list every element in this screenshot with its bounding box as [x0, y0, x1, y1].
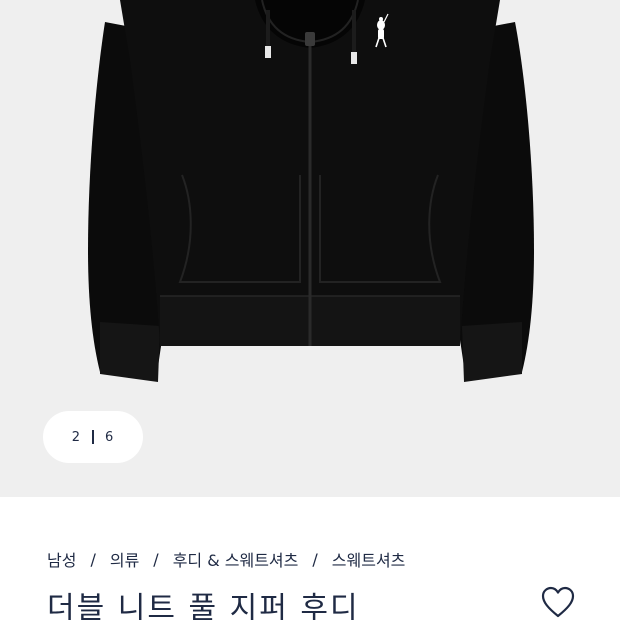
pager-divider	[92, 430, 94, 444]
breadcrumb-separator: /	[90, 549, 96, 569]
breadcrumb-item-men[interactable]: 남성	[47, 547, 76, 571]
breadcrumb-item-hoodies-sweatshirts[interactable]: 후디 & 스웨트셔츠	[173, 547, 299, 571]
breadcrumb-item-sweatshirts[interactable]: 스웨트셔츠	[332, 547, 406, 571]
breadcrumb-separator: /	[312, 549, 318, 569]
breadcrumb-item-clothing[interactable]: 의류	[110, 547, 139, 571]
product-image-gallery[interactable]: 2 6	[0, 0, 620, 497]
heart-outline-icon	[541, 586, 575, 618]
product-title: 더블 니트 풀 지퍼 후디	[47, 591, 360, 620]
wishlist-button[interactable]	[540, 585, 576, 619]
product-info: 남성 / 의류 / 후디 & 스웨트셔츠 / 스웨트셔츠 더블 니트 풀 지퍼 …	[0, 497, 620, 620]
breadcrumb-separator: /	[153, 549, 159, 569]
hoodie-illustration	[88, 0, 534, 382]
pager-total: 6	[105, 429, 115, 445]
breadcrumb: 남성 / 의류 / 후디 & 스웨트셔츠 / 스웨트셔츠	[47, 547, 405, 571]
pager-current: 2	[71, 429, 81, 445]
image-pager[interactable]: 2 6	[43, 411, 143, 463]
product-page: 2 6 남성 / 의류 / 후디 & 스웨트셔츠 / 스웨트셔츠 더블 니트 풀…	[0, 0, 620, 620]
